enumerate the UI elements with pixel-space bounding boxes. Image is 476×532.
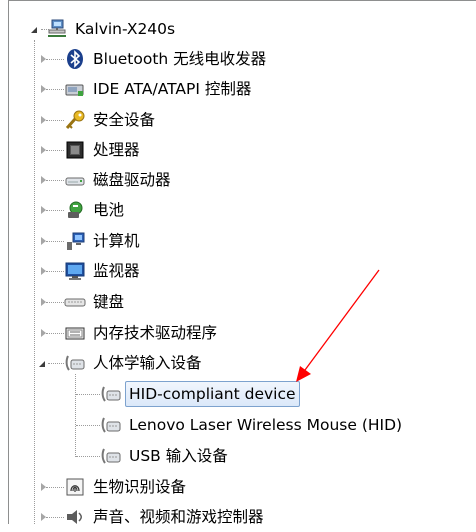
tree-connector (34, 40, 35, 524)
ide-controller-icon (64, 78, 86, 100)
hid-device-icon (100, 383, 122, 405)
tree-item-label[interactable]: 监视器 (90, 259, 143, 283)
tree-item-label[interactable]: 磁盘驱动器 (90, 168, 174, 192)
tree-connector (76, 456, 100, 457)
speaker-icon (64, 506, 86, 528)
memory-icon (64, 322, 86, 344)
tree-connector (76, 394, 100, 395)
tree-item-label[interactable]: 计算机 (90, 229, 143, 253)
tree-item-label[interactable]: 安全设备 (90, 108, 158, 132)
computer-network-icon (46, 17, 68, 39)
tree-item-label[interactable]: 声音、视频和游戏控制器 (90, 505, 267, 529)
tree-item-selected[interactable]: HID-compliant device (125, 381, 300, 407)
bluetooth-icon (64, 48, 86, 70)
processor-icon (64, 139, 86, 161)
monitor-icon (64, 260, 86, 282)
device-manager-tree: Kalvin-X240s Bluetooth 无线电收发器 IDE ATA/AT… (0, 0, 476, 526)
tree-item-label[interactable]: 电池 (90, 198, 127, 222)
tree-connector (46, 210, 64, 211)
frame-border-top (8, 0, 476, 1)
hid-device-icon (100, 414, 122, 436)
tree-item-label[interactable]: 人体学输入设备 (90, 351, 205, 375)
tree-connector (46, 271, 64, 272)
collapse-arrow-icon[interactable] (28, 23, 40, 35)
tree-connector (46, 120, 64, 121)
tree-connector (76, 425, 100, 426)
tree-item-label[interactable]: 键盘 (90, 290, 127, 314)
tree-connector (46, 517, 64, 518)
tree-connector (46, 59, 64, 60)
hid-icon (64, 352, 86, 374)
disk-drive-icon (64, 169, 86, 191)
tree-connector (46, 241, 64, 242)
tree-item-label[interactable]: 生物识别设备 (90, 475, 189, 499)
tree-item-label[interactable]: 处理器 (90, 138, 143, 162)
tree-connector (46, 487, 64, 488)
battery-icon (64, 199, 86, 221)
tree-item-label[interactable]: USB 输入设备 (126, 444, 231, 468)
tree-connector (48, 363, 64, 364)
fingerprint-icon (64, 476, 86, 498)
tree-connector (75, 374, 76, 457)
tree-connector (46, 302, 64, 303)
tree-item-label[interactable]: IDE ATA/ATAPI 控制器 (90, 77, 254, 101)
tree-connector (46, 180, 64, 181)
tree-connector (46, 333, 64, 334)
keyboard-icon (64, 291, 86, 313)
collapse-arrow-icon[interactable] (36, 357, 48, 369)
tree-item-label[interactable]: Bluetooth 无线电收发器 (90, 47, 269, 71)
frame-border-left (8, 0, 9, 524)
tree-item-label[interactable]: 内存技术驱动程序 (90, 321, 220, 345)
tree-item-label[interactable]: Lenovo Laser Wireless Mouse (HID) (126, 413, 405, 437)
key-icon (64, 109, 86, 131)
computer-icon (64, 230, 86, 252)
hid-device-icon (100, 445, 122, 467)
tree-connector (46, 150, 64, 151)
tree-connector (46, 89, 64, 90)
tree-root-label[interactable]: Kalvin-X240s (72, 17, 178, 41)
